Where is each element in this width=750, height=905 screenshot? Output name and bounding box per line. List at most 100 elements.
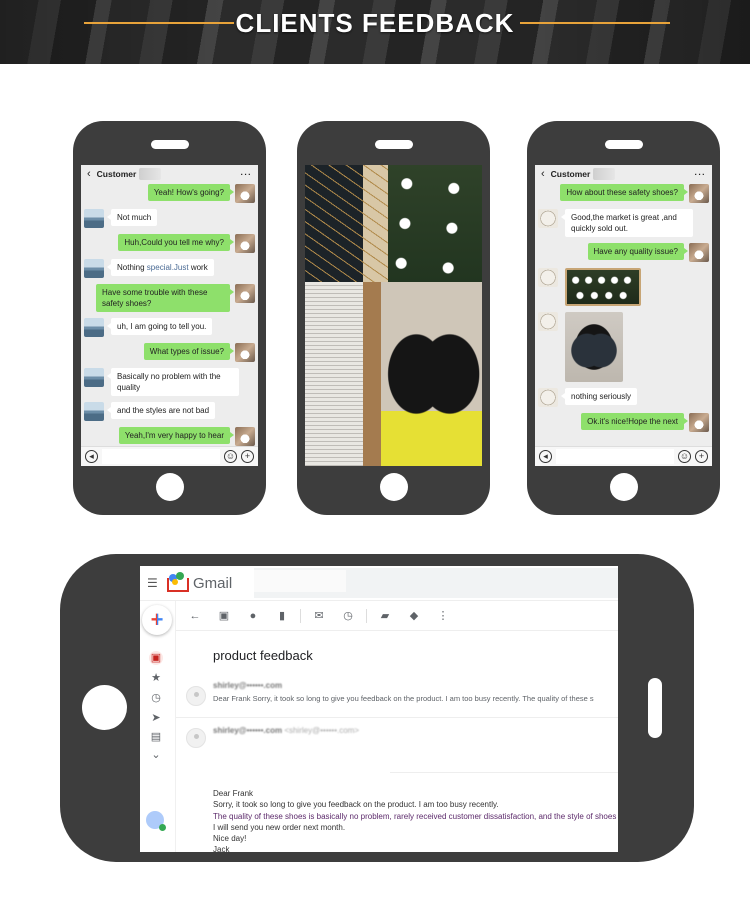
- gmail-logo-icon: [167, 572, 189, 592]
- redacted-area: [254, 570, 347, 592]
- home-button: [609, 473, 638, 501]
- email-body: Dear Frank Sorry, it took so long to giv…: [213, 788, 618, 852]
- avatar: [84, 318, 104, 337]
- plus-icon[interactable]: +: [695, 450, 708, 463]
- gmail-wordmark: Gmail: [193, 574, 233, 592]
- photo-boxed-shoes-labels: [388, 165, 482, 283]
- message-bubble: and the styles are not bad: [106, 402, 216, 419]
- report-spam-icon[interactable]: ●: [242, 605, 264, 627]
- phone-chat-1: ‹ Customer ··· Yeah! How's going? Not mu…: [73, 121, 266, 515]
- message-bubble: Ok.it's nice!Hope the next: [581, 413, 688, 430]
- more-horizontal-icon[interactable]: ···: [695, 169, 707, 179]
- voice-icon[interactable]: ◂: [539, 450, 552, 463]
- photo-instruction-leaflet: [305, 282, 382, 466]
- image-message-boots[interactable]: [565, 312, 623, 382]
- chat-message: Basically no problem with the quality: [84, 368, 255, 396]
- chat-message: Ok.it's nice!Hope the next: [538, 413, 709, 432]
- account-avatar[interactable]: [146, 811, 166, 831]
- chat-message: Not much: [84, 209, 255, 228]
- expand-more-icon[interactable]: ⌄: [149, 748, 163, 762]
- thread-message-expanded: shirley@••••••.com <shirley@••••••.com>: [176, 724, 618, 764]
- photo-laced-black-boot: [305, 165, 389, 283]
- sender-avatar: [186, 728, 206, 748]
- toolbar-divider: [300, 608, 301, 623]
- compose-button[interactable]: +: [142, 605, 172, 635]
- phone-speaker: [150, 140, 189, 149]
- thread-message-collapsed[interactable]: shirley@••••••.com Dear Frank Sorry, it …: [176, 678, 618, 714]
- body-line: The quality of these shoes is basically …: [213, 811, 618, 821]
- body-greeting: Dear Frank: [213, 789, 254, 798]
- thread-divider: [176, 717, 618, 718]
- more-horizontal-icon[interactable]: ···: [241, 169, 253, 179]
- message-bubble: Have any quality issue?: [587, 243, 688, 260]
- title-rule-right: [520, 22, 670, 24]
- avatar: [538, 312, 558, 331]
- chevron-left-icon[interactable]: ‹: [87, 168, 91, 180]
- chat-message: uh, I am going to tell you.: [84, 318, 255, 337]
- clock-icon[interactable]: ◷: [149, 691, 163, 705]
- message-input[interactable]: [102, 449, 220, 464]
- plus-icon[interactable]: +: [241, 450, 254, 463]
- message-bubble: nothing seriously: [560, 388, 638, 405]
- message-bubble: Yeah! How's going?: [147, 184, 235, 201]
- message-text: work: [188, 263, 208, 272]
- chat-input-bar: ◂ ☺ +: [535, 446, 712, 466]
- delete-icon[interactable]: ▮: [271, 605, 293, 627]
- chat-message: Have some trouble with these safety shoe…: [84, 284, 255, 312]
- phone-photos: [297, 121, 490, 515]
- message-bubble: Have some trouble with these safety shoe…: [96, 284, 234, 312]
- gmail-topbar: ☰ Gmail: [140, 566, 618, 601]
- snooze-icon[interactable]: ◷: [337, 605, 359, 627]
- message-bubble: Yeah,I'm very happy to hear: [118, 427, 235, 444]
- image-message-boxed-shoes[interactable]: [565, 268, 641, 306]
- mark-unread-icon[interactable]: ✉: [308, 605, 330, 627]
- avatar: [689, 243, 709, 262]
- message-bubble: Nothing special.Just work: [107, 259, 214, 276]
- chat-message: [538, 268, 709, 306]
- emoji-icon[interactable]: ☺: [224, 450, 237, 463]
- gmail-toolbar: ← ▣ ● ▮ ✉ ◷ ▰ ◆ ⋮: [176, 601, 618, 631]
- chat-message: Huh,Could you tell me why?: [84, 234, 255, 253]
- draft-icon[interactable]: ▤: [149, 730, 163, 744]
- chat-message: Have any quality issue?: [538, 243, 709, 262]
- sender-address: <shirley@••••••.com>: [284, 726, 360, 735]
- inbox-icon[interactable]: ▣: [149, 651, 163, 665]
- message-bubble: What types of issue?: [143, 343, 235, 360]
- chevron-left-icon[interactable]: ‹: [541, 168, 545, 180]
- avatar: [84, 402, 104, 421]
- more-vertical-icon[interactable]: ⋮: [432, 605, 454, 627]
- message-bubble: Good,the market is great ,and quickly so…: [561, 209, 693, 237]
- voice-icon[interactable]: ◂: [85, 450, 98, 463]
- label-icon[interactable]: ◆: [403, 605, 425, 627]
- sender-avatar: [186, 686, 206, 706]
- chat-message: What types of issue?: [84, 343, 255, 362]
- chat-message: nothing seriously: [538, 388, 709, 407]
- message-input[interactable]: [556, 449, 674, 464]
- chat-header: ‹ Customer ···: [81, 165, 258, 183]
- menu-icon[interactable]: ☰: [147, 576, 159, 590]
- avatar: [235, 234, 255, 253]
- body-line: Nice day!: [213, 834, 247, 844]
- avatar: [689, 184, 709, 203]
- message-bubble: uh, I am going to tell you.: [106, 318, 213, 335]
- body-line: Sorry, it took so long to give you feedb…: [213, 800, 499, 810]
- avatar: [689, 413, 709, 432]
- search-input[interactable]: [254, 568, 618, 598]
- chat-message: Yeah,I'm very happy to hear: [84, 427, 255, 446]
- emoji-icon[interactable]: ☺: [678, 450, 691, 463]
- chat-message: [538, 312, 709, 382]
- message-bubble: Huh,Could you tell me why?: [118, 234, 234, 251]
- move-to-icon[interactable]: ▰: [374, 605, 396, 627]
- thread-divider: [390, 772, 618, 773]
- star-icon[interactable]: ★: [149, 671, 163, 685]
- back-arrow-icon[interactable]: ←: [184, 605, 206, 627]
- gmail-logo[interactable]: Gmail: [167, 572, 233, 592]
- message-bubble: How about these safety shoes?: [560, 184, 688, 201]
- chat-message: Nothing special.Just work: [84, 259, 255, 278]
- chat-messages: Yeah! How's going? Not much Huh,Could yo…: [81, 183, 258, 446]
- chat-message: Good,the market is great ,and quickly so…: [538, 209, 709, 237]
- sender-name: shirley@••••••.com <shirley@••••••.com>: [213, 726, 359, 735]
- archive-icon[interactable]: ▣: [213, 605, 235, 627]
- chat-message: and the styles are not bad: [84, 402, 255, 421]
- send-icon[interactable]: ➤: [149, 711, 163, 725]
